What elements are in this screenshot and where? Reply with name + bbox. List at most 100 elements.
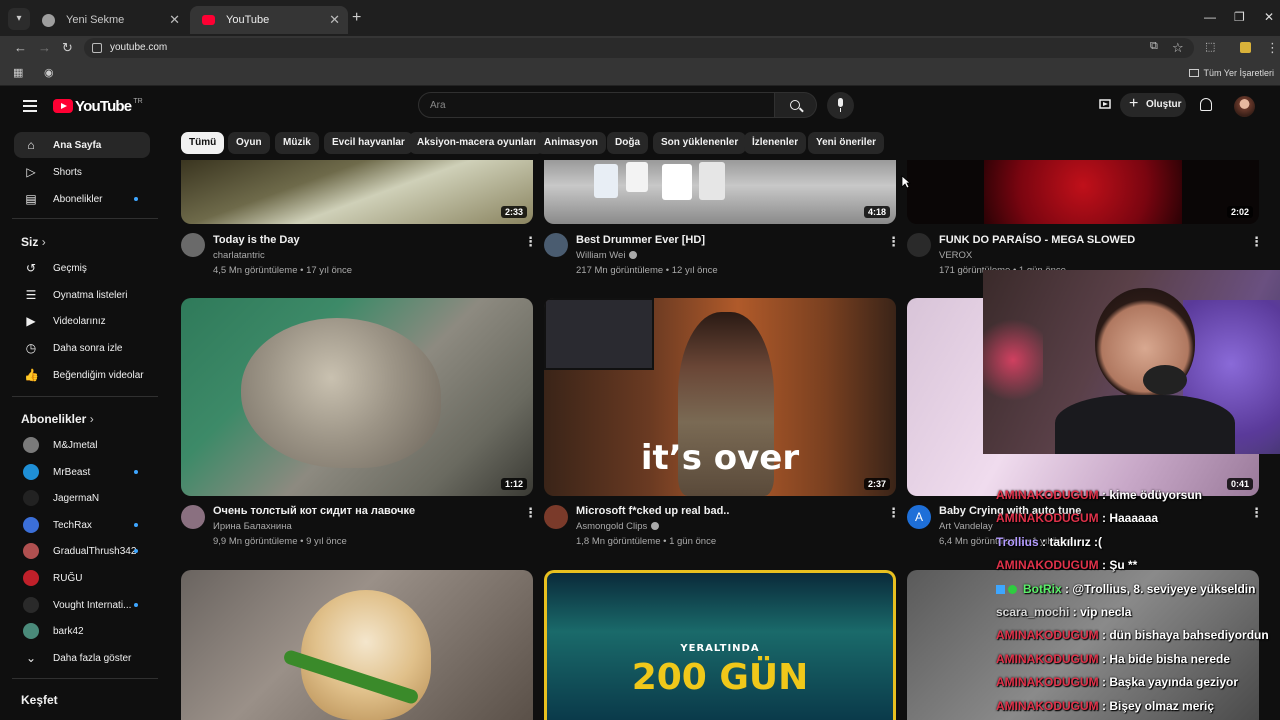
channel-name[interactable]: William Wei <box>576 250 638 261</box>
sidebar-item-home[interactable]: ⌂ Ana Sayfa <box>14 132 150 158</box>
sidebar-subscription-item[interactable]: bark42 <box>14 618 150 644</box>
sidebar-item-your-videos[interactable]: ▶ Videolarınız <box>14 308 150 334</box>
account-avatar[interactable] <box>1234 96 1255 117</box>
channel-avatar[interactable]: A <box>907 505 931 529</box>
sidebar-item-label: MrBeast <box>53 466 91 478</box>
restore-icon[interactable]: ❐ <box>1234 10 1245 24</box>
chat-text: : dün bishaya bahsediyordun <box>1102 628 1269 643</box>
bookmark-star-icon[interactable]: ☆ <box>1172 40 1184 56</box>
browser-tab-bar: ▾ Yeni Sekme ✕ YouTube ✕ + — ❐ ✕ <box>0 0 1280 36</box>
sidebar-item-history[interactable]: ↺ Geçmiş <box>14 255 150 281</box>
video-thumbnail[interactable]: 1:12 <box>181 298 533 496</box>
new-tab-button[interactable]: + <box>352 9 361 27</box>
chat-username: BotRix <box>1023 581 1062 596</box>
channel-avatar[interactable] <box>907 233 931 257</box>
chip-new-to-you[interactable]: Yeni öneriler <box>808 132 885 154</box>
close-tab-icon[interactable]: ✕ <box>169 12 180 28</box>
sidebar-subscription-item[interactable]: GradualThrush342 <box>14 538 150 564</box>
forward-icon[interactable]: → <box>38 40 51 55</box>
bookmark-site-icon[interactable]: ◉ <box>44 66 54 79</box>
site-info-icon[interactable] <box>92 43 102 53</box>
hamburger-menu-icon[interactable] <box>23 100 37 115</box>
sidebar-subscription-item[interactable]: Vought Internati... <box>14 592 150 618</box>
more-actions-icon[interactable]: ⋮ <box>887 234 900 250</box>
sidebar-subscription-item[interactable]: M&Jmetal <box>14 432 150 458</box>
channel-name[interactable]: charlatantric <box>213 250 265 261</box>
chip-recently-uploaded[interactable]: Son yüklenenler <box>653 132 747 154</box>
show-more-button[interactable]: ⌄ Daha fazla göster <box>14 645 150 671</box>
sidebar-item-shorts[interactable]: ▷ Shorts <box>14 159 150 185</box>
more-actions-icon[interactable]: ⋮ <box>1250 505 1263 521</box>
sidebar-subscription-item[interactable]: JagermaN <box>14 485 150 511</box>
minimize-icon[interactable]: — <box>1204 10 1216 24</box>
more-actions-icon[interactable]: ⋮ <box>524 505 537 521</box>
chip-action-adventure[interactable]: Aksiyon-macera oyunları <box>409 132 544 154</box>
channel-avatar[interactable] <box>181 233 205 257</box>
notifications-bell-icon[interactable] <box>1200 98 1212 111</box>
profile-extension-icon[interactable] <box>1240 42 1251 53</box>
apps-grid-icon[interactable]: ▦ <box>13 66 23 79</box>
create-button[interactable]: + Oluştur <box>1120 93 1186 117</box>
chat-text: : vip necla <box>1072 605 1132 619</box>
chat-message: AMINAKODUGUM : Bişey olmaz meriç <box>996 699 1214 713</box>
chip-all[interactable]: Tümü <box>181 132 225 154</box>
video-thumbnail[interactable]: 4:18 <box>544 160 896 224</box>
sidebar-subscription-item[interactable]: RUĞU <box>14 565 150 591</box>
chip-animation[interactable]: Animasyon <box>536 132 606 154</box>
back-icon[interactable]: ← <box>14 40 27 55</box>
extensions-icon[interactable]: ⬚ <box>1205 40 1215 53</box>
chip-nature[interactable]: Doğa <box>607 132 648 154</box>
sidebar-item-playlists[interactable]: ☰ Oynatma listeleri <box>14 282 150 308</box>
tab-search-button[interactable]: ▾ <box>8 8 30 30</box>
chat-username: AMINAKODUGUM <box>996 651 1099 666</box>
chip-gaming[interactable]: Oyun <box>228 132 270 154</box>
address-bar[interactable]: youtube.com <box>84 38 1194 58</box>
sidebar-item-watch-later[interactable]: ◷ Daha sonra izle <box>14 335 150 361</box>
channel-avatar[interactable] <box>544 505 568 529</box>
menu-dots-icon[interactable]: ⋮ <box>1266 40 1279 56</box>
chip-watched[interactable]: İzlenenler <box>744 132 807 154</box>
tab-new-tab[interactable]: Yeni Sekme ✕ <box>30 6 188 34</box>
sidebar-item-liked-videos[interactable]: 👍 Beğendiğim videolar <box>14 362 150 388</box>
video-title[interactable]: Best Drummer Ever [HD] <box>576 234 705 246</box>
thumbnail-caption: it’s over <box>640 438 800 478</box>
video-thumbnail[interactable]: 2:02 <box>907 160 1259 224</box>
channel-name[interactable]: Art Vandelay <box>939 521 993 532</box>
channel-name[interactable]: Asmongold Clips <box>576 521 660 532</box>
install-app-icon[interactable]: ⧉ <box>1150 40 1158 53</box>
you-section-header[interactable]: Siz › <box>21 235 46 249</box>
sidebar-item-label: Daha sonra izle <box>53 343 123 354</box>
video-thumbnail[interactable]: YERALTINDA 200 GÜN <box>544 570 896 720</box>
reload-icon[interactable]: ↻ <box>62 40 73 56</box>
video-title[interactable]: Microsoft f*cked up real bad.. <box>576 505 729 517</box>
divider <box>12 218 158 219</box>
channel-name[interactable]: VEROX <box>939 250 972 261</box>
more-actions-icon[interactable]: ⋮ <box>524 234 537 250</box>
sidebar-subscription-item[interactable]: MrBeast <box>14 459 150 485</box>
video-title[interactable]: FUNK DO PARAÍSO - MEGA SLOWED <box>939 234 1135 246</box>
more-actions-icon[interactable]: ⋮ <box>1250 234 1263 250</box>
video-thumbnail[interactable]: 2:33 <box>181 160 533 224</box>
chip-music[interactable]: Müzik <box>275 132 319 154</box>
video-title[interactable]: Today is the Day <box>213 234 300 246</box>
channel-avatar[interactable] <box>181 505 205 529</box>
close-tab-icon[interactable]: ✕ <box>329 12 340 28</box>
live-icon[interactable] <box>1098 98 1112 110</box>
chip-pets[interactable]: Evcil hayvanlar <box>324 132 413 154</box>
tab-youtube[interactable]: YouTube ✕ <box>190 6 348 34</box>
search-input[interactable]: Ara <box>418 92 775 118</box>
sidebar-item-subscriptions[interactable]: ▤ Abonelikler <box>14 186 150 212</box>
channel-avatar[interactable] <box>544 233 568 257</box>
video-thumbnail[interactable]: it’s over 2:37 <box>544 298 896 496</box>
video-title[interactable]: Очень толстый кот сидит на лавочке <box>213 505 415 517</box>
video-thumbnail[interactable] <box>181 570 533 720</box>
subscriptions-section-header[interactable]: Abonelikler › <box>21 412 94 426</box>
channel-name[interactable]: Ирина Балахнина <box>213 521 292 532</box>
all-bookmarks-button[interactable]: Tüm Yer İşaretleri <box>1189 68 1274 78</box>
sidebar-subscription-item[interactable]: TechRax <box>14 512 150 538</box>
search-button[interactable] <box>775 92 817 118</box>
close-window-icon[interactable]: ✕ <box>1264 10 1274 24</box>
voice-search-button[interactable] <box>827 92 854 119</box>
more-actions-icon[interactable]: ⋮ <box>887 505 900 521</box>
youtube-logo[interactable]: YouTube TR <box>53 98 143 116</box>
